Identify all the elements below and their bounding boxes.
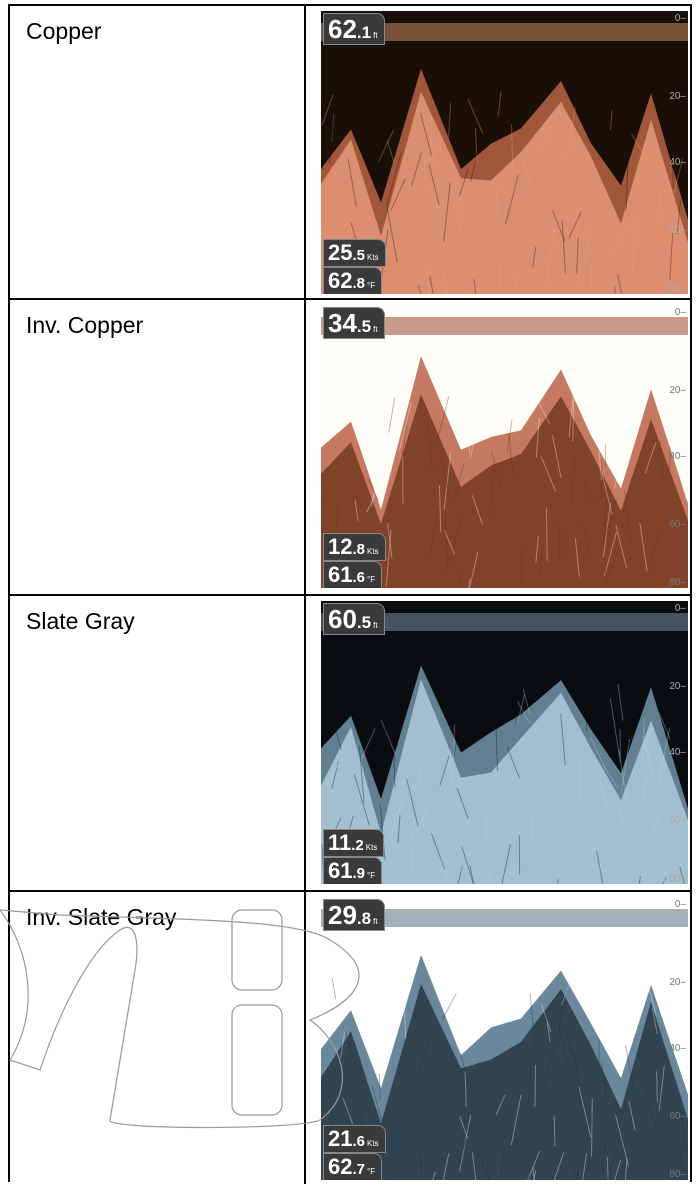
depth-tick-label: 0– xyxy=(675,307,686,318)
reading-fraction: .6 xyxy=(352,569,365,586)
echo-streak xyxy=(413,821,414,877)
reading-whole: 29 xyxy=(328,900,357,930)
depth-readout: 29.8ft xyxy=(323,899,385,931)
depth-tick-label: 40– xyxy=(669,451,686,462)
reading-fraction: .1 xyxy=(357,23,371,42)
depth-tick-label: 60– xyxy=(669,815,686,826)
depth-readout: 60.5ft xyxy=(323,603,385,635)
reading-whole: 11 xyxy=(328,830,351,855)
palette-table: Copper 62.1ft25.5Kts62.8°F0–20–40–60–80–… xyxy=(8,4,692,1182)
reading-fraction: .6 xyxy=(352,1133,365,1150)
sonar-display: 34.5ft12.8Kts61.6°F0–20–40–60–80– xyxy=(321,305,688,588)
reading-fraction: .8 xyxy=(357,909,371,928)
speed-readout: 25.5Kts xyxy=(323,239,386,267)
palette-label: Inv. Copper xyxy=(26,312,143,339)
reading-fraction: .8 xyxy=(352,541,365,558)
depth-tick-label: 0– xyxy=(675,899,686,910)
depth-tick-label: 40– xyxy=(669,1043,686,1054)
depth-tick-label: 60– xyxy=(669,519,686,530)
label-cell: Inv. Copper xyxy=(10,300,306,594)
sonar-display: 29.8ft21.6Kts62.7°F0–20–40–60–80– xyxy=(321,897,688,1180)
palette-label: Inv. Slate Gray xyxy=(26,904,176,931)
reading-fraction: .5 xyxy=(357,613,371,632)
reading-unit: Kts xyxy=(367,253,379,262)
reading-unit: Kts xyxy=(366,843,378,852)
table-row-copper: Copper 62.1ft25.5Kts62.8°F0–20–40–60–80– xyxy=(10,6,690,300)
reading-unit: ft xyxy=(373,917,377,926)
echo-streak xyxy=(500,262,501,294)
depth-tick-label: 40– xyxy=(669,157,686,168)
palette-label: Slate Gray xyxy=(26,608,135,635)
depth-tick-label: 0– xyxy=(675,603,686,614)
reading-whole: 61 xyxy=(328,562,352,587)
reading-whole: 62 xyxy=(328,268,352,293)
echo-streak xyxy=(535,1065,536,1106)
depth-tick-label: 80– xyxy=(669,873,686,884)
depth-readout: 34.5ft xyxy=(323,307,385,339)
depth-tick-label: 80– xyxy=(669,577,686,588)
reading-unit: °F xyxy=(367,871,375,880)
reading-fraction: .9 xyxy=(352,865,365,882)
reading-fraction: .5 xyxy=(352,247,365,264)
speed-readout: 11.2Kts xyxy=(323,829,384,857)
reading-unit: Kts xyxy=(367,547,379,556)
depth-tick-label: 20– xyxy=(669,91,686,102)
label-cell: Inv. Slate Gray xyxy=(10,892,306,1184)
reading-unit: ft xyxy=(373,325,377,334)
reading-fraction: .7 xyxy=(352,1161,365,1178)
echo-streak xyxy=(554,1116,555,1146)
depth-tick-label: 60– xyxy=(669,1111,686,1122)
temperature-readout: 62.8°F xyxy=(323,267,382,294)
reading-whole: 61 xyxy=(328,858,352,883)
label-cell: Slate Gray xyxy=(10,596,306,890)
depth-tick-label: 20– xyxy=(669,385,686,396)
sonar-display: 62.1ft25.5Kts62.8°F0–20–40–60–80– xyxy=(321,11,688,294)
sonar-display: 60.5ft11.2Kts61.9°F0–20–40–60–80– xyxy=(321,601,688,884)
depth-tick-label: 40– xyxy=(669,747,686,758)
echo-streak xyxy=(469,416,470,453)
reading-unit: °F xyxy=(367,575,375,584)
temperature-readout: 62.7°F xyxy=(323,1153,382,1180)
table-row-inv-copper: Inv. Copper 34.5ft12.8Kts61.6°F0–20–40–6… xyxy=(10,300,690,596)
depth-scale: 0– 20– 40– 60– 80– xyxy=(656,11,686,294)
reading-whole: 34 xyxy=(328,308,357,338)
depth-scale: 0– 20– 40– 60– 80– xyxy=(656,305,686,588)
reading-unit: °F xyxy=(367,1167,375,1176)
temperature-readout: 61.6°F xyxy=(323,561,382,588)
depth-tick-label: 80– xyxy=(669,1169,686,1180)
reading-whole: 25 xyxy=(328,240,352,265)
reading-whole: 62 xyxy=(328,1154,352,1179)
speed-readout: 12.8Kts xyxy=(323,533,386,561)
depth-tick-label: 60– xyxy=(669,225,686,236)
echo-streak xyxy=(547,508,548,561)
table-row-inv-slate-gray: Inv. Slate Gray 29.8ft21.6Kts62.7°F0–20–… xyxy=(10,892,690,1184)
reading-fraction: .2 xyxy=(351,837,364,854)
depth-readout: 62.1ft xyxy=(323,13,385,45)
echo-streak xyxy=(573,399,574,442)
depth-scale: 0– 20– 40– 60– 80– xyxy=(656,601,686,884)
reading-whole: 21 xyxy=(328,1126,352,1151)
depth-tick-label: 80– xyxy=(669,283,686,294)
table-row-slate-gray: Slate Gray 60.5ft11.2Kts61.9°F0–20–40–60… xyxy=(10,596,690,892)
reading-unit: Kts xyxy=(367,1139,379,1148)
reading-unit: ft xyxy=(373,31,377,40)
reading-unit: °F xyxy=(367,281,375,290)
reading-fraction: .5 xyxy=(357,317,371,336)
palette-label: Copper xyxy=(26,18,101,45)
depth-tick-label: 0– xyxy=(675,13,686,24)
reading-whole: 62 xyxy=(328,14,357,44)
speed-readout: 21.6Kts xyxy=(323,1125,386,1153)
label-cell: Copper xyxy=(10,6,306,298)
depth-tick-label: 20– xyxy=(669,681,686,692)
depth-tick-label: 20– xyxy=(669,977,686,988)
reading-whole: 60 xyxy=(328,604,357,634)
reading-fraction: .8 xyxy=(352,275,365,292)
reading-unit: ft xyxy=(373,621,377,630)
reading-whole: 12 xyxy=(328,534,352,559)
temperature-readout: 61.9°F xyxy=(323,857,382,884)
depth-scale: 0– 20– 40– 60– 80– xyxy=(656,897,686,1180)
